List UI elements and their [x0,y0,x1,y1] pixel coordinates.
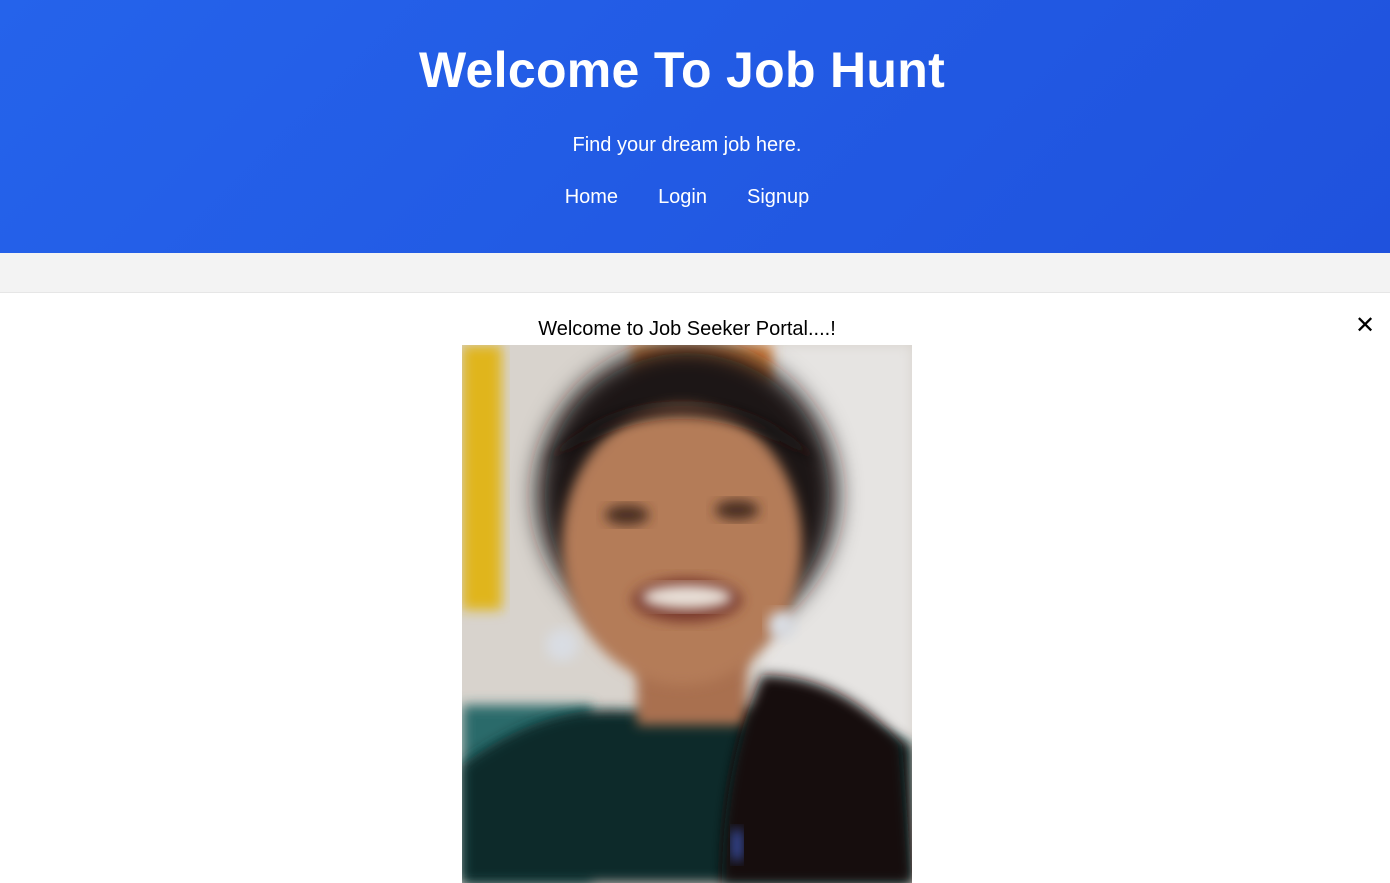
nav-link-login[interactable]: Login [658,184,707,210]
site-header: Welcome To Job Hunt Find your dream job … [0,0,1390,253]
welcome-photo [462,345,912,883]
nav-link-signup[interactable]: Signup [747,184,809,210]
site-title: Welcome To Job Hunt [418,42,946,98]
main-nav: Home Login Signup [0,184,1382,210]
content-band [0,253,1390,293]
welcome-modal: Welcome to Job Seeker Portal....! ✕ [0,293,1390,883]
welcome-message: Welcome to Job Seeker Portal....! [538,318,836,340]
site-tagline: Find your dream job here. [572,134,802,156]
nav-link-home[interactable]: Home [565,184,618,210]
close-icon[interactable]: ✕ [1352,313,1378,339]
